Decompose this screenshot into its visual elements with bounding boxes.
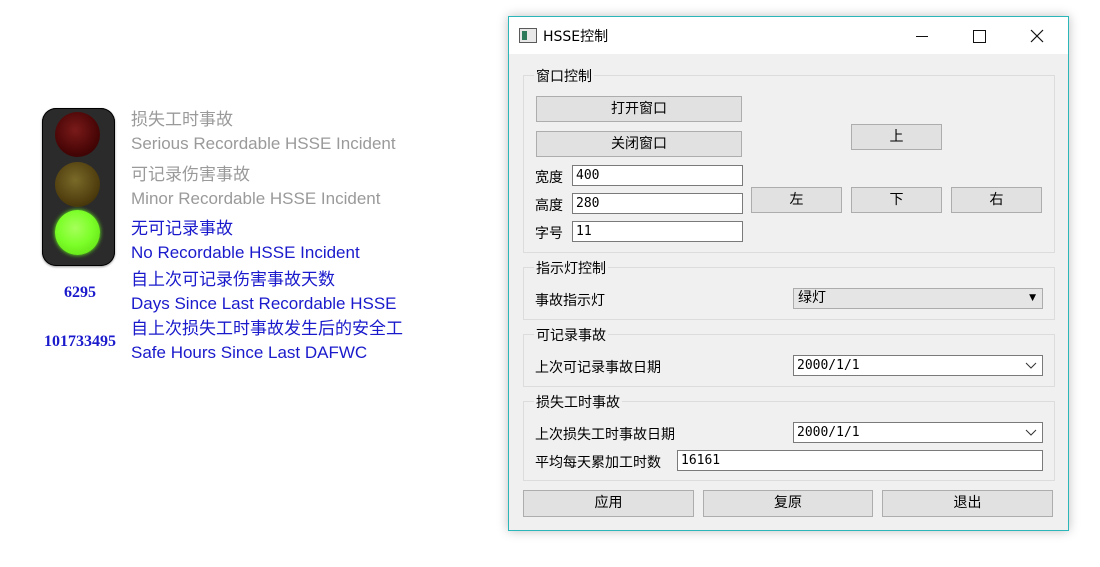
hours-legend: 自上次损失工时事故发生后的安全工 Safe Hours Since Last D… xyxy=(131,317,408,365)
close-window-button[interactable]: 关闭窗口 xyxy=(536,131,742,157)
lost-time-incident-title: 损失工时事故 xyxy=(534,392,622,412)
recordable-date-label: 上次可记录事故日期 xyxy=(535,360,661,376)
hours-label-cn: 自上次损失工时事故发生后的安全工 xyxy=(131,319,403,339)
lost-time-label-cn: 损失工时事故 xyxy=(131,110,233,130)
lost-time-date-picker[interactable]: 2000/1/1 xyxy=(793,422,1043,443)
days-label-en: Days Since Last Recordable HSSE xyxy=(131,294,397,313)
recordable-incident-title: 可记录事故 xyxy=(534,325,608,345)
reset-button[interactable]: 复原 xyxy=(703,490,873,517)
width-input[interactable]: 400 xyxy=(572,165,743,186)
hours-label-en: Safe Hours Since Last DAFWC xyxy=(131,343,368,362)
recordable-legend: 可记录伤害事故 Minor Recordable HSSE Incident xyxy=(131,163,408,211)
app-icon xyxy=(519,28,537,43)
move-down-button[interactable]: 下 xyxy=(851,187,942,213)
dropdown-arrow-icon: ▼ xyxy=(1029,293,1036,303)
no-incident-label-en: No Recordable HSSE Incident xyxy=(131,243,360,262)
lost-time-date-value: 2000/1/1 xyxy=(797,425,860,440)
recordable-label-en: Minor Recordable HSSE Incident xyxy=(131,189,381,208)
indicator-label: 事故指示灯 xyxy=(535,293,605,309)
yellow-lamp xyxy=(55,162,100,207)
days-label-cn: 自上次可记录伤害事故天数 xyxy=(131,270,335,290)
move-right-button[interactable]: 右 xyxy=(951,187,1042,213)
window-control-group: 窗口控制 打开窗口 关闭窗口 宽度 400 高度 280 字号 11 上 左 下… xyxy=(523,66,1055,253)
height-label: 高度 xyxy=(535,198,563,214)
window-control-title: 窗口控制 xyxy=(534,66,594,86)
recordable-date-value: 2000/1/1 xyxy=(797,358,860,373)
days-counter: 6295 xyxy=(64,284,96,301)
close-icon xyxy=(1030,29,1044,43)
maximize-icon xyxy=(972,29,986,43)
red-lamp xyxy=(55,112,100,157)
title-bar[interactable]: HSSE控制 xyxy=(509,17,1068,54)
lost-time-date-label: 上次损失工时事故日期 xyxy=(535,427,675,443)
chevron-down-icon xyxy=(1025,429,1037,436)
avg-hours-input[interactable]: 16161 xyxy=(677,450,1043,471)
recordable-incident-group: 可记录事故 上次可记录事故日期 2000/1/1 xyxy=(523,325,1055,387)
dialog-title: HSSE控制 xyxy=(543,29,609,45)
minimize-button[interactable] xyxy=(893,17,951,54)
no-incident-label-cn: 无可记录事故 xyxy=(131,219,233,239)
hsse-control-dialog: HSSE控制 窗口控制 打开窗口 关闭窗口 宽度 400 高度 280 字号 1… xyxy=(508,16,1069,531)
recordable-date-picker[interactable]: 2000/1/1 xyxy=(793,355,1043,376)
hours-counter: 101733495 xyxy=(44,333,116,350)
open-window-button[interactable]: 打开窗口 xyxy=(536,96,742,122)
lost-time-incident-group: 损失工时事故 上次损失工时事故日期 2000/1/1 平均每天累加工时数 161… xyxy=(523,392,1055,481)
apply-button[interactable]: 应用 xyxy=(523,490,694,517)
exit-button[interactable]: 退出 xyxy=(882,490,1053,517)
indicator-control-group: 指示灯控制 事故指示灯 绿灯 ▼ xyxy=(523,258,1055,320)
days-legend: 自上次可记录伤害事故天数 Days Since Last Recordable … xyxy=(131,268,408,316)
move-up-button[interactable]: 上 xyxy=(851,124,942,150)
chevron-down-icon xyxy=(1025,362,1037,369)
width-label: 宽度 xyxy=(535,170,563,186)
height-input[interactable]: 280 xyxy=(572,193,743,214)
minimize-icon xyxy=(916,35,928,37)
font-size-label: 字号 xyxy=(535,226,563,242)
no-incident-legend: 无可记录事故 No Recordable HSSE Incident xyxy=(131,217,408,265)
traffic-light xyxy=(42,108,115,266)
move-left-button[interactable]: 左 xyxy=(751,187,842,213)
maximize-button[interactable] xyxy=(950,17,1008,54)
lost-time-label-en: Serious Recordable HSSE Incident xyxy=(131,134,396,153)
avg-hours-label: 平均每天累加工时数 xyxy=(535,455,661,471)
indicator-selected-value: 绿灯 xyxy=(798,290,826,306)
recordable-label-cn: 可记录伤害事故 xyxy=(131,165,250,185)
indicator-select[interactable]: 绿灯 ▼ xyxy=(793,288,1043,309)
close-button[interactable] xyxy=(1008,17,1066,54)
lost-time-legend: 损失工时事故 Serious Recordable HSSE Incident xyxy=(131,108,408,156)
font-size-input[interactable]: 11 xyxy=(572,221,743,242)
indicator-control-title: 指示灯控制 xyxy=(534,258,608,278)
green-lamp xyxy=(55,210,100,255)
